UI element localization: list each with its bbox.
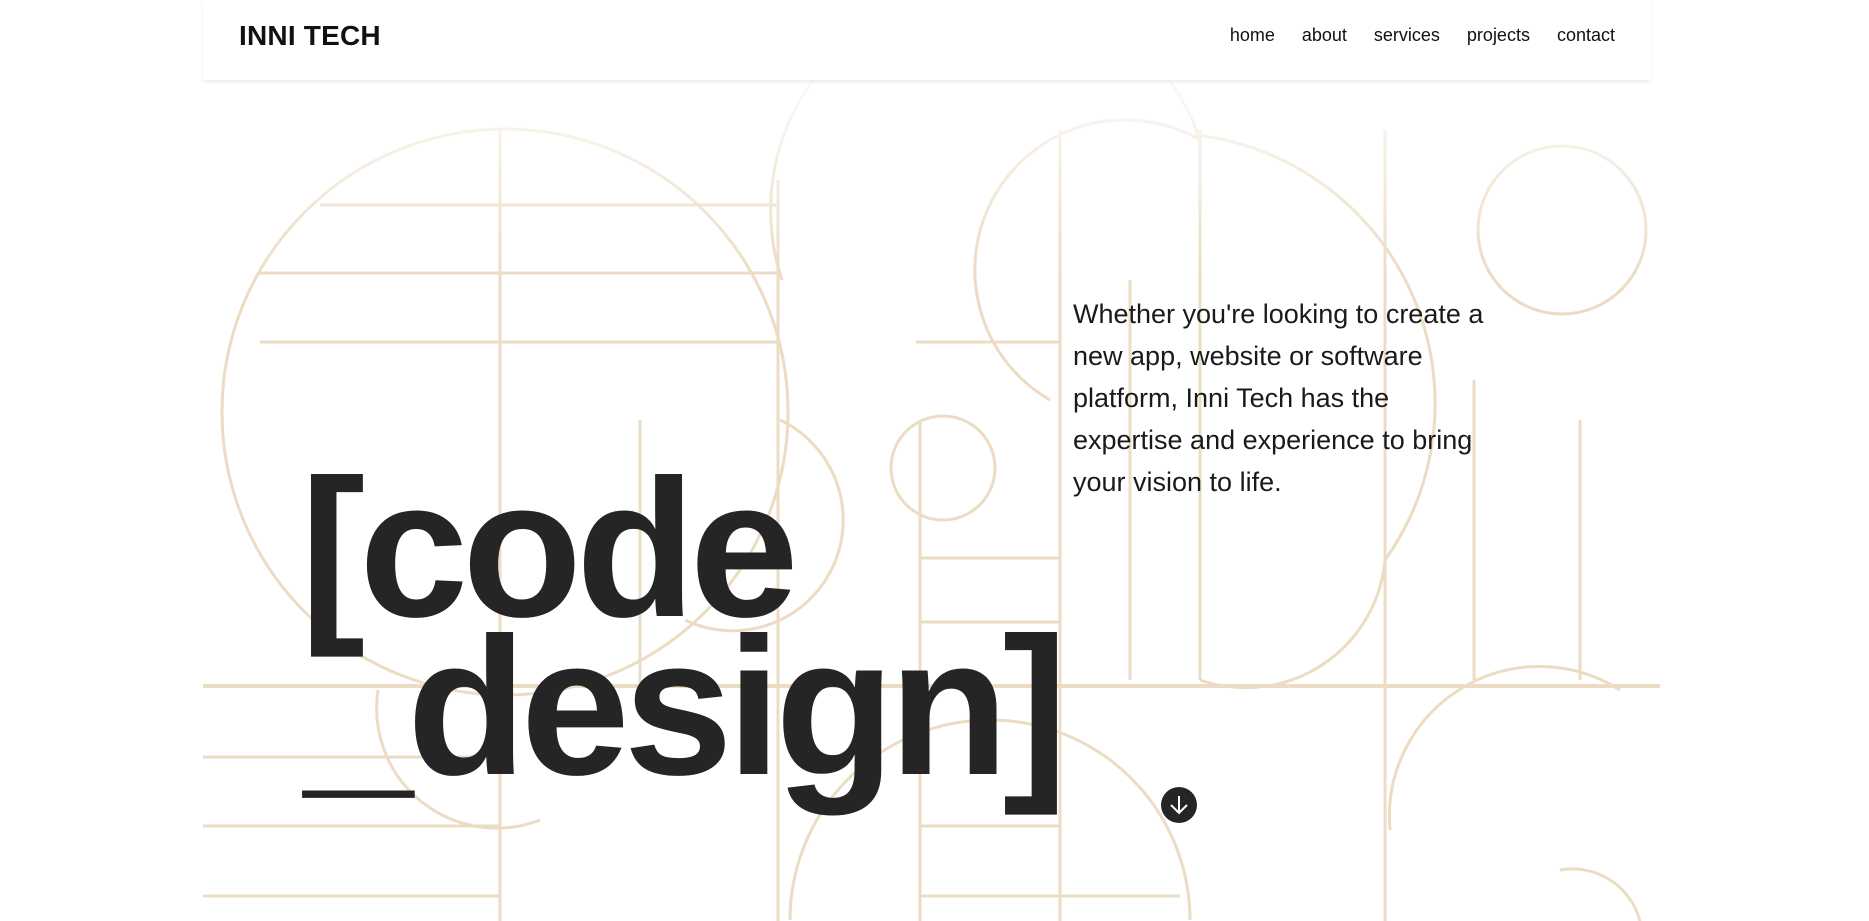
scroll-down-button[interactable] [1161,787,1197,823]
headline-line-design: _design] [304,597,1068,816]
arrow-down-circle-icon [1170,796,1188,815]
hero-headline: [code _design] [300,451,1068,816]
page: INNI TECH home about services projects c… [0,0,1869,921]
brand-logo[interactable]: INNI TECH [239,20,381,52]
hero-intro-text: Whether you're looking to create a new a… [1073,299,1484,497]
site-header: INNI TECH home about services projects c… [203,0,1651,80]
nav-projects[interactable]: projects [1467,25,1530,46]
nav-contact[interactable]: contact [1557,25,1615,46]
nav-services[interactable]: services [1374,25,1440,46]
nav-home[interactable]: home [1230,25,1275,46]
main-nav: home about services projects contact [1230,25,1615,46]
nav-about[interactable]: about [1302,25,1347,46]
